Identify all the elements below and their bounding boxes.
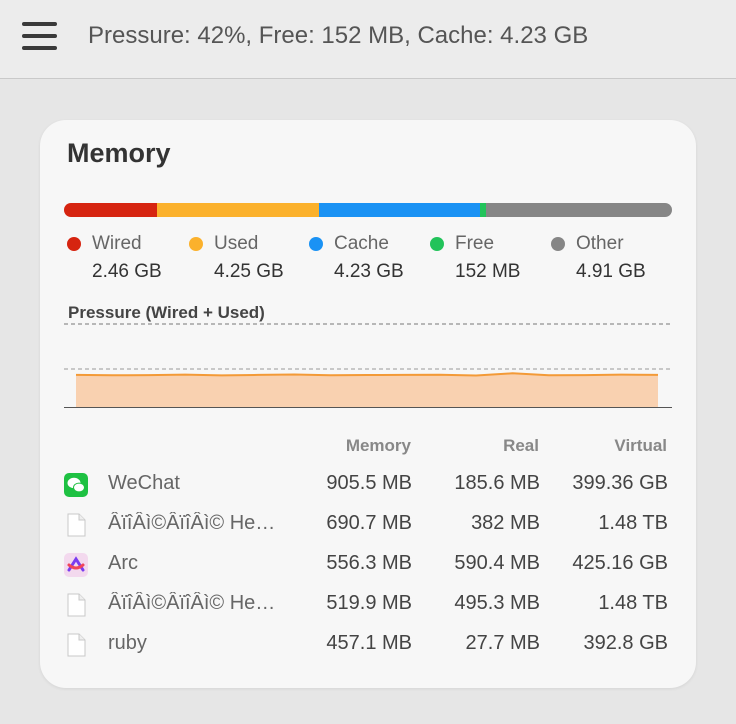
pressure-line (75, 372, 659, 377)
process-name: ÂïîÂì©ÂïîÂì© He… (108, 512, 276, 534)
virtual-value: 392.8 GB (583, 632, 668, 654)
legend-dot-cache (309, 237, 323, 251)
legend-value: 2.46 GB (92, 261, 162, 282)
memory-value: 457.1 MB (326, 632, 412, 654)
bar-segment-cache (318, 203, 480, 217)
process-row-wechat[interactable]: WeChat 905.5 MB 185.6 MB 399.36 GB (64, 465, 676, 505)
legend-value: 4.91 GB (576, 261, 646, 282)
column-header-real[interactable]: Real (503, 436, 539, 456)
process-name: Arc (108, 552, 138, 574)
real-value: 590.4 MB (454, 552, 540, 574)
memory-value: 690.7 MB (326, 512, 412, 534)
pressure-chart (64, 323, 672, 408)
process-name: ruby (108, 632, 147, 654)
legend-label: Used (214, 233, 259, 254)
top-bar: Pressure: 42%, Free: 152 MB, Cache: 4.23… (0, 0, 736, 79)
process-row-arc[interactable]: Arc 556.3 MB 590.4 MB 425.16 GB (64, 545, 676, 585)
virtual-value: 1.48 TB (598, 512, 668, 534)
process-row-helper-1[interactable]: ÂïîÂì©ÂïîÂì© He… 690.7 MB 382 MB 1.48 TB (64, 505, 676, 545)
memory-value: 905.5 MB (326, 472, 412, 494)
process-row-helper-2[interactable]: ÂïîÂì©ÂïîÂì© He… 519.9 MB 495.3 MB 1.48 … (64, 585, 676, 625)
real-value: 27.7 MB (465, 632, 540, 654)
pressure-area (76, 373, 658, 407)
memory-usage-bar (64, 203, 672, 217)
process-name: ÂïîÂì©ÂïîÂì© He… (108, 592, 276, 614)
column-header-virtual[interactable]: Virtual (614, 436, 667, 456)
legend-value: 152 MB (455, 261, 521, 282)
memory-panel: Memory Wired 2.46 GB Used 4.25 GB Cache 4.23 … (40, 120, 696, 688)
hamburger-menu-icon[interactable] (22, 22, 58, 52)
process-row-ruby[interactable]: ruby 457.1 MB 27.7 MB 392.8 GB (64, 625, 676, 665)
legend-dot-wired (67, 237, 81, 251)
memory-legend: Wired 2.46 GB Used 4.25 GB Cache 4.23 GB Free 1… (64, 233, 674, 285)
arc-icon (64, 553, 88, 577)
legend-label: Cache (334, 233, 389, 254)
panel-title: Memory (67, 138, 171, 168)
legend-dot-used (189, 237, 203, 251)
memory-value: 519.9 MB (326, 592, 412, 614)
bar-segment-wired (64, 203, 158, 217)
legend-dot-free (430, 237, 444, 251)
bar-segment-used (157, 203, 319, 217)
memory-value: 556.3 MB (326, 552, 412, 574)
document-icon (64, 593, 88, 617)
pressure-label: Pressure (Wired + Used) (68, 303, 265, 322)
legend-dot-other (551, 237, 565, 251)
virtual-value: 1.48 TB (598, 592, 668, 614)
real-value: 495.3 MB (454, 592, 540, 614)
bar-segment-other (485, 203, 672, 217)
virtual-value: 425.16 GB (572, 552, 668, 574)
document-icon (64, 513, 88, 537)
document-icon (64, 633, 88, 657)
legend-label: Wired (92, 233, 142, 254)
virtual-value: 399.36 GB (572, 472, 668, 494)
legend-value: 4.23 GB (334, 261, 404, 282)
real-value: 185.6 MB (454, 472, 540, 494)
process-name: WeChat (108, 472, 180, 494)
wechat-icon (64, 473, 88, 497)
memory-summary: Pressure: 42%, Free: 152 MB, Cache: 4.23… (88, 22, 589, 49)
legend-label: Other (576, 233, 624, 254)
real-value: 382 MB (471, 512, 540, 534)
legend-value: 4.25 GB (214, 261, 284, 282)
legend-label: Free (455, 233, 495, 254)
column-header-memory[interactable]: Memory (346, 436, 411, 456)
